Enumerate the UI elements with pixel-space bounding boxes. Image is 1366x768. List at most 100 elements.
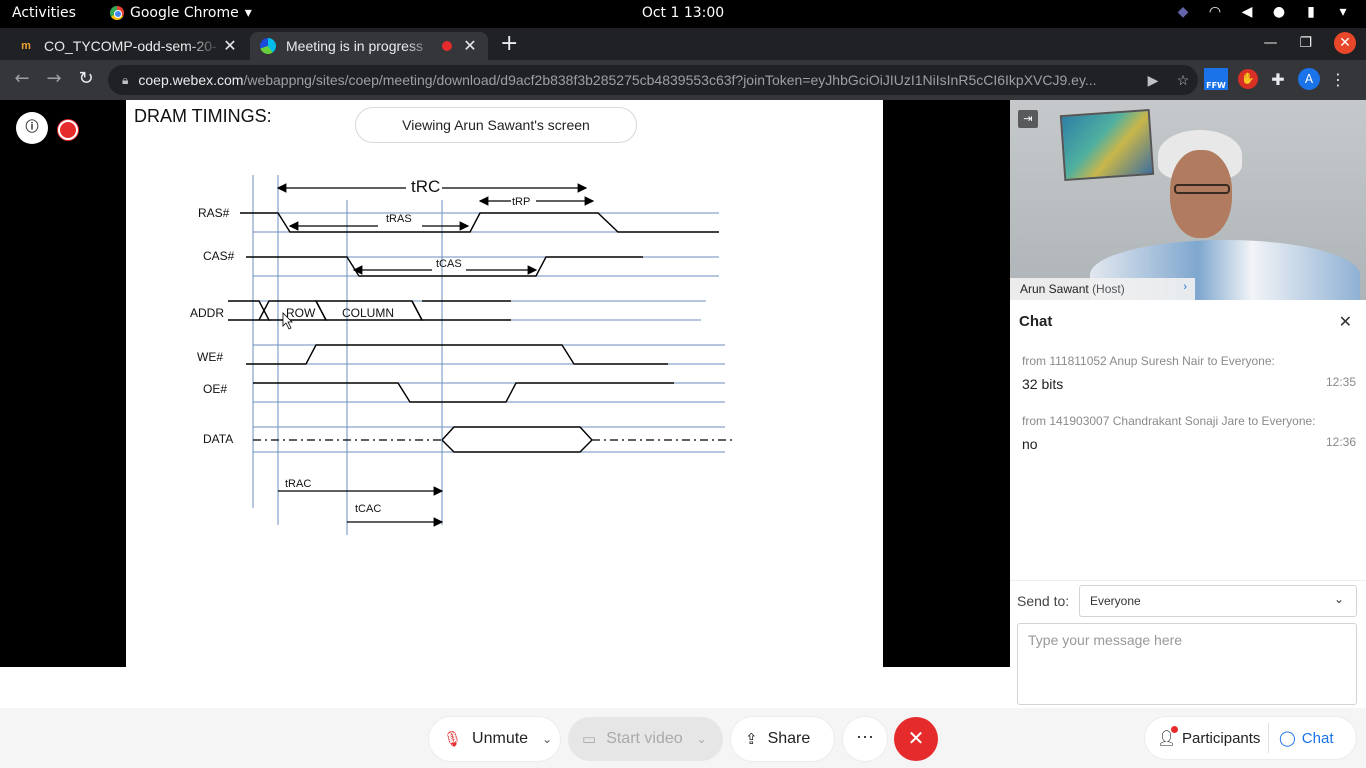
url-host: coep.webex.com bbox=[138, 72, 244, 88]
wall-painting bbox=[1059, 108, 1155, 182]
minimize-icon[interactable]: — bbox=[1263, 35, 1277, 51]
leave-meeting-icon[interactable]: ✕ bbox=[894, 717, 938, 761]
moodle-icon: m bbox=[21, 40, 31, 52]
chevron-down-icon[interactable]: ⌄ bbox=[542, 732, 552, 746]
tcac-label: tCAC bbox=[355, 503, 381, 515]
share-button[interactable]: ⇪ Share bbox=[731, 717, 834, 761]
address-bar[interactable]: 🔒︎ coep.webex.com/webappng/sites/coep/me… bbox=[108, 65, 1198, 95]
signal-label: CAS# bbox=[203, 249, 235, 263]
chevron-right-icon[interactable]: › bbox=[1183, 281, 1187, 293]
close-chat-icon[interactable]: ✕ bbox=[1339, 312, 1352, 331]
share-label: Share bbox=[767, 730, 811, 747]
window-controls: — ❐ ✕ bbox=[1263, 32, 1356, 54]
chat-message: from 111811052 Anup Suresh Nair to Every… bbox=[1022, 354, 1356, 392]
recording-indicator-icon bbox=[442, 41, 452, 51]
notification-dot bbox=[1171, 726, 1178, 733]
oe-waveform bbox=[253, 382, 674, 403]
back-icon[interactable]: ← bbox=[10, 68, 34, 89]
signal-label: WE# bbox=[197, 350, 223, 364]
chat-message-input[interactable]: Type your message here bbox=[1017, 623, 1357, 705]
panel-toggles: 👤︎ Participants ◯ Chat bbox=[1145, 717, 1356, 759]
unmute-button[interactable]: 🎙︎ Unmute ⌄ bbox=[429, 717, 560, 761]
chat-title: Chat bbox=[1019, 313, 1053, 330]
extensions-puzzle-icon[interactable]: ✚ bbox=[1268, 70, 1288, 89]
host-role: (Host) bbox=[1092, 282, 1125, 296]
lock-icon[interactable]: 🔒︎ bbox=[122, 73, 128, 88]
url-path: /webappng/sites/coep/meeting/download/d9… bbox=[243, 72, 1097, 88]
chat-bubble-icon: ◯ bbox=[1279, 730, 1296, 747]
chevron-down-icon: ▾ bbox=[1339, 4, 1347, 20]
volume-icon: ◀ bbox=[1241, 4, 1253, 20]
microphone-muted-icon: 🎙︎ bbox=[443, 731, 463, 748]
message-time: 12:36 bbox=[1325, 435, 1356, 449]
trp-label: tRP bbox=[512, 196, 530, 208]
camera-icon[interactable]: ▶ bbox=[1138, 72, 1168, 89]
more-options-icon[interactable]: ⋯ bbox=[843, 717, 887, 761]
ffw-extension-icon[interactable]: FFW bbox=[1204, 68, 1228, 90]
tab-strip: m CO_TYCOMP-odd-sem-20- ✕ Meeting is in … bbox=[0, 28, 1366, 60]
chevron-down-icon[interactable]: ⌄ bbox=[697, 732, 707, 746]
video-name-bar: Arun Sawant (Host) › bbox=[1010, 278, 1195, 300]
teams-icon: ◆ bbox=[1177, 4, 1189, 20]
restore-icon[interactable]: ❐ bbox=[1299, 35, 1312, 51]
start-video-label: Start video bbox=[606, 730, 683, 747]
meeting-controls: 🎙︎ Unmute ⌄ ▭ Start video ⌄ ⇪ Share ⋯ ✕ … bbox=[0, 708, 1366, 768]
browser-toolbar: ← → ↻ 🔒︎ coep.webex.com/webappng/sites/c… bbox=[0, 60, 1366, 100]
webex-icon bbox=[260, 38, 276, 54]
host-video-tile[interactable]: ⇥ Arun Sawant (Host) › bbox=[1010, 100, 1366, 300]
reload-icon[interactable]: ↻ bbox=[74, 68, 98, 89]
send-to-value: Everyone bbox=[1090, 594, 1141, 608]
message-text: no bbox=[1022, 436, 1038, 452]
close-tab-icon[interactable]: ✕ bbox=[222, 36, 238, 56]
send-to-select[interactable]: Everyone ⌄ bbox=[1079, 585, 1357, 617]
tab-course[interactable]: m CO_TYCOMP-odd-sem-20- ✕ bbox=[8, 32, 248, 60]
meeting-info-icon[interactable]: ⓘ bbox=[16, 112, 48, 144]
participants-label: Participants bbox=[1182, 729, 1261, 747]
os-top-bar: Activities Google Chrome ▾ Oct 1 13:00 ◆… bbox=[0, 0, 1366, 28]
signal-label: RAS# bbox=[198, 206, 230, 220]
clock[interactable]: Oct 1 13:00 bbox=[0, 5, 1366, 21]
we-waveform bbox=[246, 344, 668, 365]
message-text: 32 bits bbox=[1022, 376, 1064, 392]
host-name: Arun Sawant bbox=[1020, 282, 1089, 296]
addr-row-label: ROW bbox=[286, 306, 316, 320]
chevron-down-icon: ⌄ bbox=[1333, 592, 1344, 606]
start-video-button[interactable]: ▭ Start video ⌄ bbox=[568, 717, 723, 761]
timing-svg: RAS# CAS# ADDR WE# OE# DATA ROW COLUMN t… bbox=[190, 175, 734, 535]
bookmark-star-icon[interactable]: ☆ bbox=[1168, 72, 1198, 89]
tab-meeting[interactable]: Meeting is in progress ✕ bbox=[250, 32, 488, 60]
signal-label: OE# bbox=[203, 382, 227, 396]
message-sender: from 141903007 Chandrakant Sonaji Jare t… bbox=[1022, 414, 1316, 428]
ras-waveform bbox=[240, 212, 719, 233]
tras-label: tRAS bbox=[386, 213, 412, 225]
video-off-icon: ▭ bbox=[582, 731, 597, 748]
tab-title: CO_TYCOMP-odd-sem-20- bbox=[44, 38, 217, 54]
forward-icon[interactable]: → bbox=[42, 68, 66, 89]
tcas-label: tCAS bbox=[436, 258, 462, 270]
battery-icon: ▮ bbox=[1307, 4, 1315, 20]
message-sender: from 111811052 Anup Suresh Nair to Every… bbox=[1022, 354, 1275, 368]
share-icon: ⇪ bbox=[745, 731, 758, 748]
new-tab-button[interactable]: + bbox=[500, 33, 518, 55]
kebab-menu-icon[interactable]: ⋮ bbox=[1330, 70, 1346, 89]
chat-button[interactable]: ◯ Chat bbox=[1269, 729, 1333, 748]
recording-icon[interactable] bbox=[58, 120, 78, 140]
close-window-icon[interactable]: ✕ bbox=[1334, 32, 1356, 54]
close-tab-icon[interactable]: ✕ bbox=[462, 36, 478, 56]
collapse-video-icon[interactable]: ⇥ bbox=[1018, 110, 1038, 128]
system-tray[interactable]: ◆ ◠ ◀ ● ▮ ▾ bbox=[1174, 4, 1352, 20]
data-waveform bbox=[441, 426, 593, 453]
signal-label: DATA bbox=[203, 432, 233, 446]
send-to-label: Send to: bbox=[1017, 593, 1070, 609]
host-person bbox=[1150, 130, 1250, 250]
send-to-row: Send to: Everyone ⌄ bbox=[1010, 580, 1366, 624]
message-time: 12:35 bbox=[1325, 375, 1356, 389]
raise-hand-extension-icon[interactable]: ✋ bbox=[1238, 69, 1258, 89]
participants-button[interactable]: 👤︎ Participants bbox=[1145, 726, 1268, 747]
webex-meeting: ⓘ DRAM TIMINGS: Viewing Arun Sawant's sc… bbox=[0, 100, 1366, 768]
chat-message: from 141903007 Chandrakant Sonaji Jare t… bbox=[1022, 414, 1356, 452]
addr-waveform-a bbox=[228, 300, 271, 321]
profile-avatar[interactable]: A bbox=[1298, 68, 1320, 90]
trac-label: tRAC bbox=[285, 478, 311, 490]
extensions-area: FFW ✋ ✚ A ⋮ bbox=[1204, 68, 1346, 90]
